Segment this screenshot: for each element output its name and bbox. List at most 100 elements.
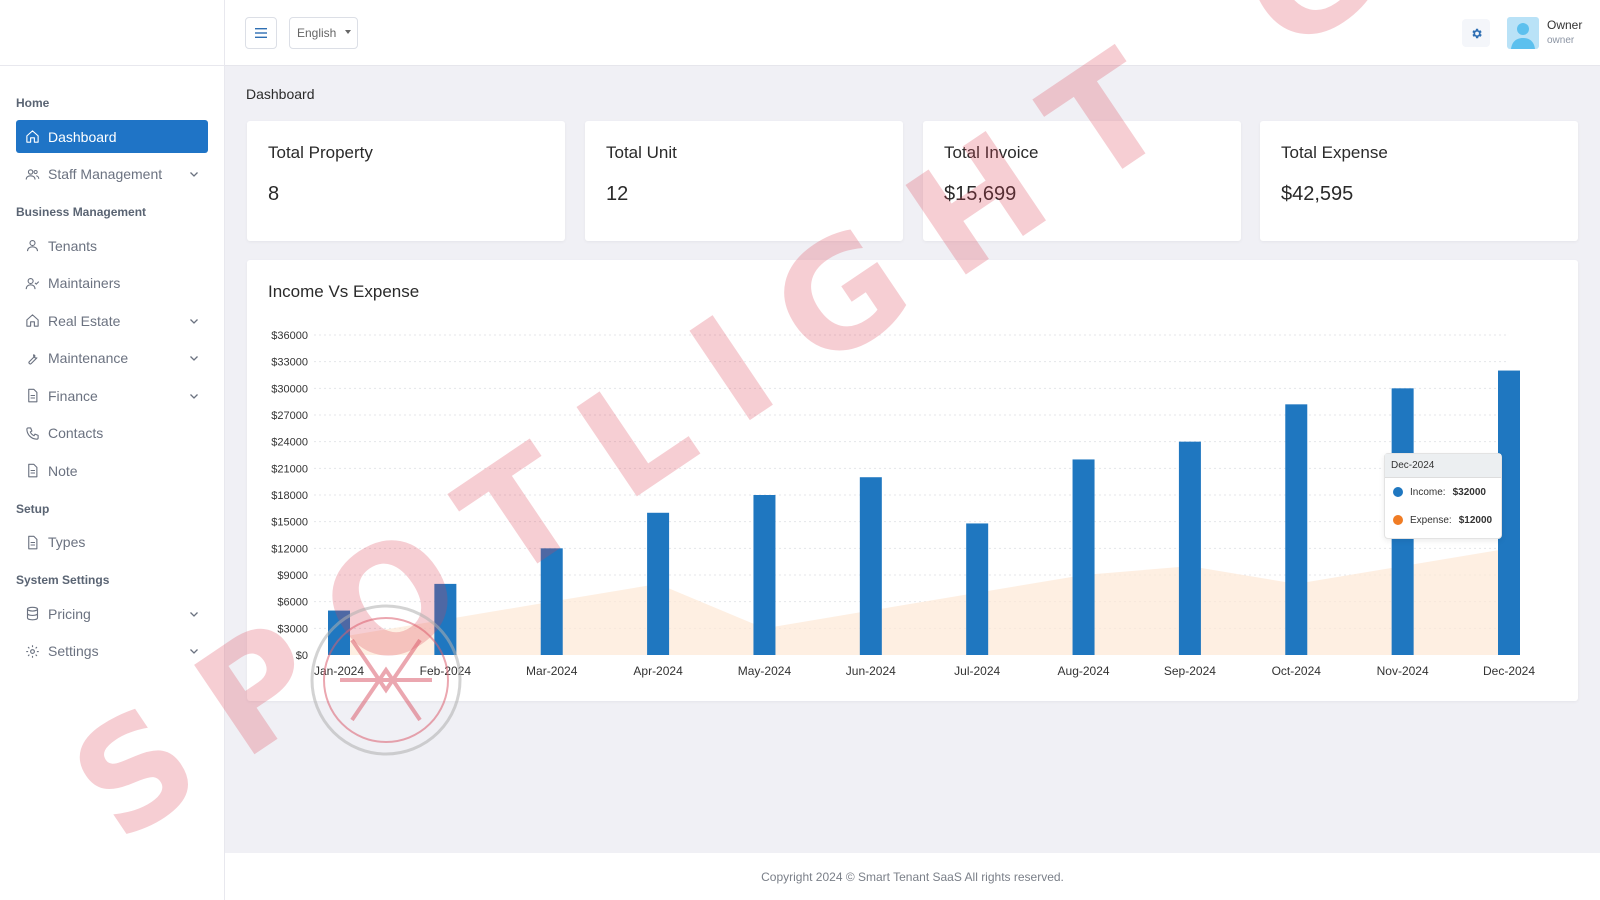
x-tick-label: Dec-2024 bbox=[1483, 664, 1535, 678]
y-tick-label: $15000 bbox=[271, 517, 308, 529]
file-icon bbox=[24, 534, 40, 550]
sidebar-item-label: Real Estate bbox=[48, 312, 121, 329]
avatar[interactable] bbox=[1507, 17, 1539, 49]
menu-toggle-button[interactable] bbox=[245, 17, 277, 49]
sidebar-item-real-estate[interactable]: Real Estate bbox=[16, 304, 208, 337]
sidebar-item-settings[interactable]: Settings bbox=[16, 635, 208, 668]
tooltip-value: $32000 bbox=[1452, 486, 1486, 498]
file-icon bbox=[24, 463, 40, 479]
income-bar bbox=[1178, 441, 1201, 655]
hamburger-icon bbox=[255, 28, 267, 38]
sidebar-item-types[interactable]: Types bbox=[16, 526, 208, 559]
sidebar-item-note[interactable]: Note bbox=[16, 454, 208, 487]
settings-button[interactable] bbox=[1462, 19, 1490, 47]
user-check-icon bbox=[24, 275, 40, 291]
sidebar-logo-area bbox=[0, 0, 224, 66]
stat-card-value: 8 bbox=[268, 183, 280, 205]
sidebar-item-contacts[interactable]: Contacts bbox=[16, 417, 208, 450]
sidebar-item-label: Settings bbox=[48, 643, 99, 659]
x-tick-label: Oct-2024 bbox=[1272, 664, 1322, 678]
language-select[interactable]: English bbox=[289, 17, 358, 49]
y-tick-label: $30000 bbox=[271, 383, 308, 395]
sidebar-nav: Home Dashboard Staff Management Business Ma… bbox=[0, 66, 224, 668]
income-bar bbox=[647, 512, 670, 655]
income-bar bbox=[966, 523, 989, 655]
sidebar-section-title: Business Management bbox=[16, 205, 147, 219]
chevron-down-icon[interactable] bbox=[188, 315, 200, 327]
income-bar bbox=[859, 477, 882, 655]
sidebar-item-staff-management[interactable]: Staff Management bbox=[16, 158, 208, 191]
wrench-icon bbox=[24, 350, 40, 366]
stat-card-value: $42,595 bbox=[1281, 183, 1354, 205]
sidebar: Home Dashboard Staff Management Business Ma… bbox=[0, 0, 225, 900]
x-tick-label: Jan-2024 bbox=[314, 664, 364, 678]
users-icon bbox=[24, 166, 40, 182]
sidebar-item-finance[interactable]: Finance bbox=[16, 379, 208, 412]
y-tick-label: $21000 bbox=[271, 463, 308, 475]
caret-down-icon bbox=[345, 30, 351, 34]
income-bar bbox=[328, 610, 350, 655]
stat-card-title: Total Property bbox=[268, 143, 373, 162]
chevron-down-icon[interactable] bbox=[188, 645, 200, 657]
sidebar-item-maintainers[interactable]: Maintainers bbox=[16, 267, 208, 300]
user-role: owner bbox=[1547, 35, 1575, 46]
chart-tooltip: Dec-2024 Income: $32000 Expense: $12000 bbox=[1384, 453, 1502, 539]
sidebar-item-label: Types bbox=[48, 534, 86, 550]
stat-card-total-invoice: Total Invoice $15,699 bbox=[923, 121, 1241, 241]
chevron-down-icon[interactable] bbox=[188, 390, 200, 402]
x-tick-label: Apr-2024 bbox=[633, 664, 683, 678]
sidebar-item-label: Staff Management bbox=[48, 166, 163, 182]
y-tick-label: $12000 bbox=[271, 543, 308, 555]
expense-dot-icon bbox=[1393, 515, 1403, 525]
x-tick-label: Mar-2024 bbox=[526, 664, 578, 678]
language-select-value: English bbox=[297, 26, 337, 40]
tooltip-label: Expense: bbox=[1410, 514, 1452, 526]
sidebar-item-label: Maintainers bbox=[48, 275, 121, 291]
chevron-down-icon[interactable] bbox=[188, 168, 200, 180]
y-tick-label: $18000 bbox=[271, 490, 308, 502]
sidebar-section-title: System Settings bbox=[16, 573, 110, 587]
sidebar-item-label: Note bbox=[48, 462, 78, 479]
sidebar-item-pricing[interactable]: Pricing bbox=[16, 597, 208, 630]
stat-card-title: Total Expense bbox=[1281, 143, 1388, 162]
income-dot-icon bbox=[1393, 487, 1403, 497]
x-tick-label: Feb-2024 bbox=[420, 664, 472, 678]
income-expense-chart: $0 $3000 $6000 $9000 $12000 $15000 $18000 $2100… bbox=[271, 330, 1535, 678]
sidebar-item-label: Finance bbox=[48, 387, 98, 404]
y-tick-label: $24000 bbox=[271, 437, 308, 449]
sidebar-item-maintenance[interactable]: Maintenance bbox=[16, 342, 208, 375]
user-name[interactable]: Owner bbox=[1547, 18, 1582, 32]
tooltip-label: Income: bbox=[1410, 486, 1446, 498]
copyright-text: Copyright 2024 © Smart Tenant SaaS All r… bbox=[761, 869, 1064, 884]
sidebar-item-tenants[interactable]: Tenants bbox=[16, 229, 208, 262]
stat-card-total-expense: Total Expense $42,595 bbox=[1260, 121, 1578, 241]
file-icon bbox=[24, 388, 40, 404]
x-tick-label: Aug-2024 bbox=[1058, 664, 1110, 678]
home-icon bbox=[24, 313, 40, 329]
y-tick-label: $33000 bbox=[271, 357, 308, 369]
income-bar bbox=[1285, 404, 1308, 655]
gear-icon bbox=[1471, 28, 1482, 38]
sidebar-item-dashboard[interactable]: Dashboard bbox=[16, 120, 208, 153]
user-icon bbox=[24, 238, 40, 254]
sidebar-item-label: Pricing bbox=[48, 605, 91, 622]
tooltip-row-income: Income: $32000 bbox=[1385, 478, 1501, 506]
x-tick-label: Jul-2024 bbox=[954, 664, 1000, 678]
income-bar bbox=[434, 583, 457, 655]
x-tick-label: Nov-2024 bbox=[1377, 664, 1429, 678]
y-tick-label: $0 bbox=[296, 650, 308, 662]
footer: Copyright 2024 © Smart Tenant SaaS All r… bbox=[225, 853, 1600, 900]
tooltip-row-expense: Expense: $12000 bbox=[1385, 506, 1501, 534]
sidebar-section-title: Setup bbox=[16, 501, 50, 516]
chevron-down-icon[interactable] bbox=[188, 352, 200, 364]
home-icon bbox=[24, 129, 40, 145]
tooltip-header: Dec-2024 bbox=[1385, 454, 1501, 478]
tooltip-value: $12000 bbox=[1458, 514, 1493, 526]
phone-icon bbox=[24, 425, 40, 441]
income-bar bbox=[1072, 459, 1095, 655]
sidebar-item-label: Contacts bbox=[48, 425, 104, 441]
x-tick-label: Sep-2024 bbox=[1164, 664, 1216, 678]
y-tick-label: $9000 bbox=[277, 570, 308, 582]
sidebar-section-title: Home bbox=[16, 96, 50, 110]
chevron-down-icon[interactable] bbox=[188, 608, 200, 620]
